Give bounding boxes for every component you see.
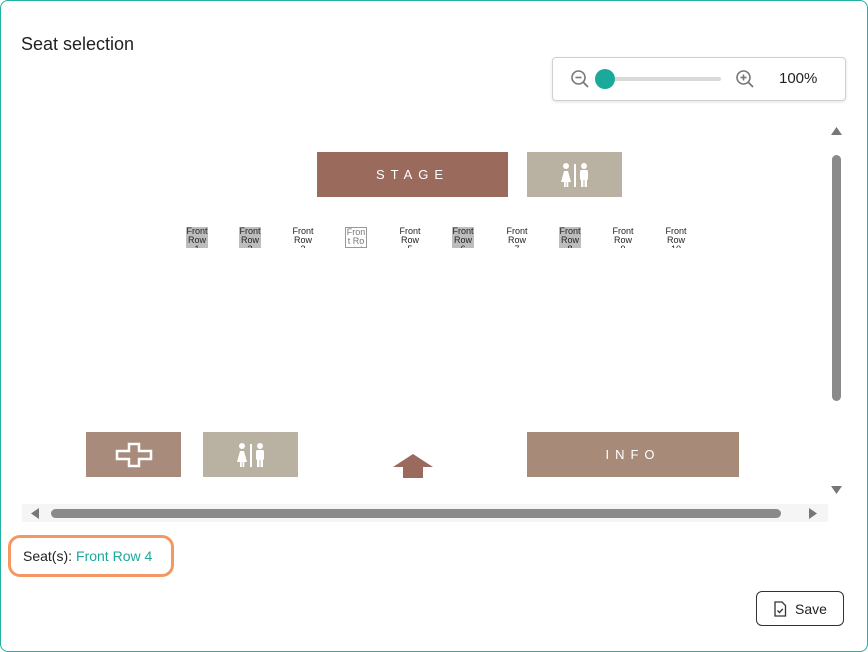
scroll-up-arrow-icon[interactable] xyxy=(830,126,843,136)
save-button[interactable]: Save xyxy=(756,591,844,626)
seat-front-row-8[interactable]: Front Row 8 xyxy=(559,227,581,248)
first-aid-block xyxy=(86,432,181,477)
seat-front-row-9[interactable]: Front Row 9 xyxy=(612,227,634,248)
zoom-level-label: 100% xyxy=(779,70,818,87)
restroom-icon xyxy=(236,442,264,467)
info-label: INFO xyxy=(605,447,661,462)
save-button-label: Save xyxy=(795,600,827,617)
zoom-slider-handle[interactable] xyxy=(595,69,615,89)
seat-front-row-10[interactable]: Front Row 10 xyxy=(665,227,687,248)
seat-front-row-1[interactable]: Front Row 1 xyxy=(186,227,208,248)
seat-front-row-2[interactable]: Front Row 2 xyxy=(239,227,261,248)
restroom-block-top xyxy=(527,152,622,197)
restroom-icon xyxy=(560,162,588,187)
selected-seats-value: Front Row 4 xyxy=(76,548,153,564)
scroll-down-arrow-icon[interactable] xyxy=(830,485,843,495)
info-block: INFO xyxy=(527,432,739,477)
first-aid-icon xyxy=(115,442,152,467)
zoom-out-icon[interactable] xyxy=(570,69,590,89)
zoom-in-icon[interactable] xyxy=(735,69,755,89)
scroll-right-arrow-icon[interactable] xyxy=(808,507,818,520)
seat-front-row-7[interactable]: Front Row 7 xyxy=(506,227,528,248)
entrance-arrow-icon xyxy=(393,454,433,478)
document-check-icon xyxy=(774,600,787,617)
seat-front-row-5[interactable]: Front Row 5 xyxy=(399,227,421,248)
seat-selection-dialog: Seat selection 100% STAGE Front Row Fron… xyxy=(0,0,868,652)
zoom-control: 100% xyxy=(552,57,846,101)
dialog-title: Seat selection xyxy=(21,34,135,54)
vertical-scrollbar[interactable] xyxy=(828,119,845,524)
seat-front-row-6[interactable]: Front Row 6 xyxy=(452,227,474,248)
seat-front-row-3[interactable]: Front Row 3 xyxy=(292,227,314,248)
horizontal-scrollbar[interactable] xyxy=(22,504,828,522)
stage-block: STAGE xyxy=(317,152,508,197)
stage-label: STAGE xyxy=(375,167,450,182)
restroom-block-bottom xyxy=(203,432,298,477)
seat-map-viewport[interactable]: STAGE Front Row 1 Front Row 2 Front Row … xyxy=(22,119,849,524)
zoom-slider-track[interactable] xyxy=(605,77,721,81)
vertical-scroll-thumb[interactable] xyxy=(832,155,841,401)
horizontal-scroll-thumb[interactable] xyxy=(51,509,781,518)
selected-seats-summary: Seat(s): Front Row 4 xyxy=(8,535,174,577)
seat-front-row-4[interactable]: Front Row 4 xyxy=(345,227,367,248)
selected-seats-prefix: Seat(s): xyxy=(23,548,73,564)
scroll-left-arrow-icon[interactable] xyxy=(30,507,40,520)
